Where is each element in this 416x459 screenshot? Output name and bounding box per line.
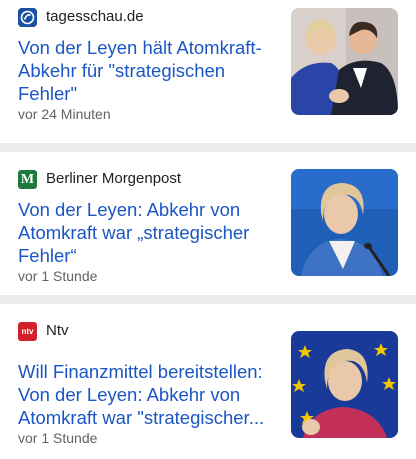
article-time: vor 1 Stunde [18,430,98,446]
berliner-morgenpost-logo-icon: M [18,169,37,189]
logo-letter: ntv [21,326,34,336]
article-headline[interactable]: Will Finanzmittel bereitstellen: Von der… [18,360,274,429]
news-feed: tagesschau.de Von der Leyen hält Atomkra… [0,0,416,459]
article-thumbnail[interactable] [291,8,398,115]
news-card[interactable]: ntv Ntv Will Finanzmittel bereitstellen:… [0,304,416,459]
article-headline[interactable]: Von der Leyen: Abkehr von Atomkraft war … [18,198,274,267]
article-headline[interactable]: Von der Leyen hält Atomkraft-Abkehr für … [18,36,274,105]
source-row: tagesschau.de [18,7,144,27]
ntv-logo-icon: ntv [18,321,37,341]
source-name[interactable]: Berliner Morgenpost [46,169,181,189]
source-name[interactable]: Ntv [46,321,69,341]
eu-flag-speaker-photo-icon [291,331,398,438]
article-time: vor 24 Minuten [18,106,111,122]
source-row: ntv Ntv [18,321,69,341]
source-name[interactable]: tagesschau.de [46,7,144,27]
tagesschau-logo-icon [18,7,37,27]
article-thumbnail[interactable] [291,169,398,276]
two-people-photo-icon [291,8,398,115]
article-thumbnail[interactable] [291,331,398,438]
source-row: M Berliner Morgenpost [18,169,181,189]
article-time: vor 1 Stunde [18,268,98,284]
logo-letter: M [20,171,35,187]
speaker-photo-icon [291,169,398,276]
news-card[interactable]: tagesschau.de Von der Leyen hält Atomkra… [0,0,416,143]
news-card[interactable]: M Berliner Morgenpost Von der Leyen: Abk… [0,152,416,295]
